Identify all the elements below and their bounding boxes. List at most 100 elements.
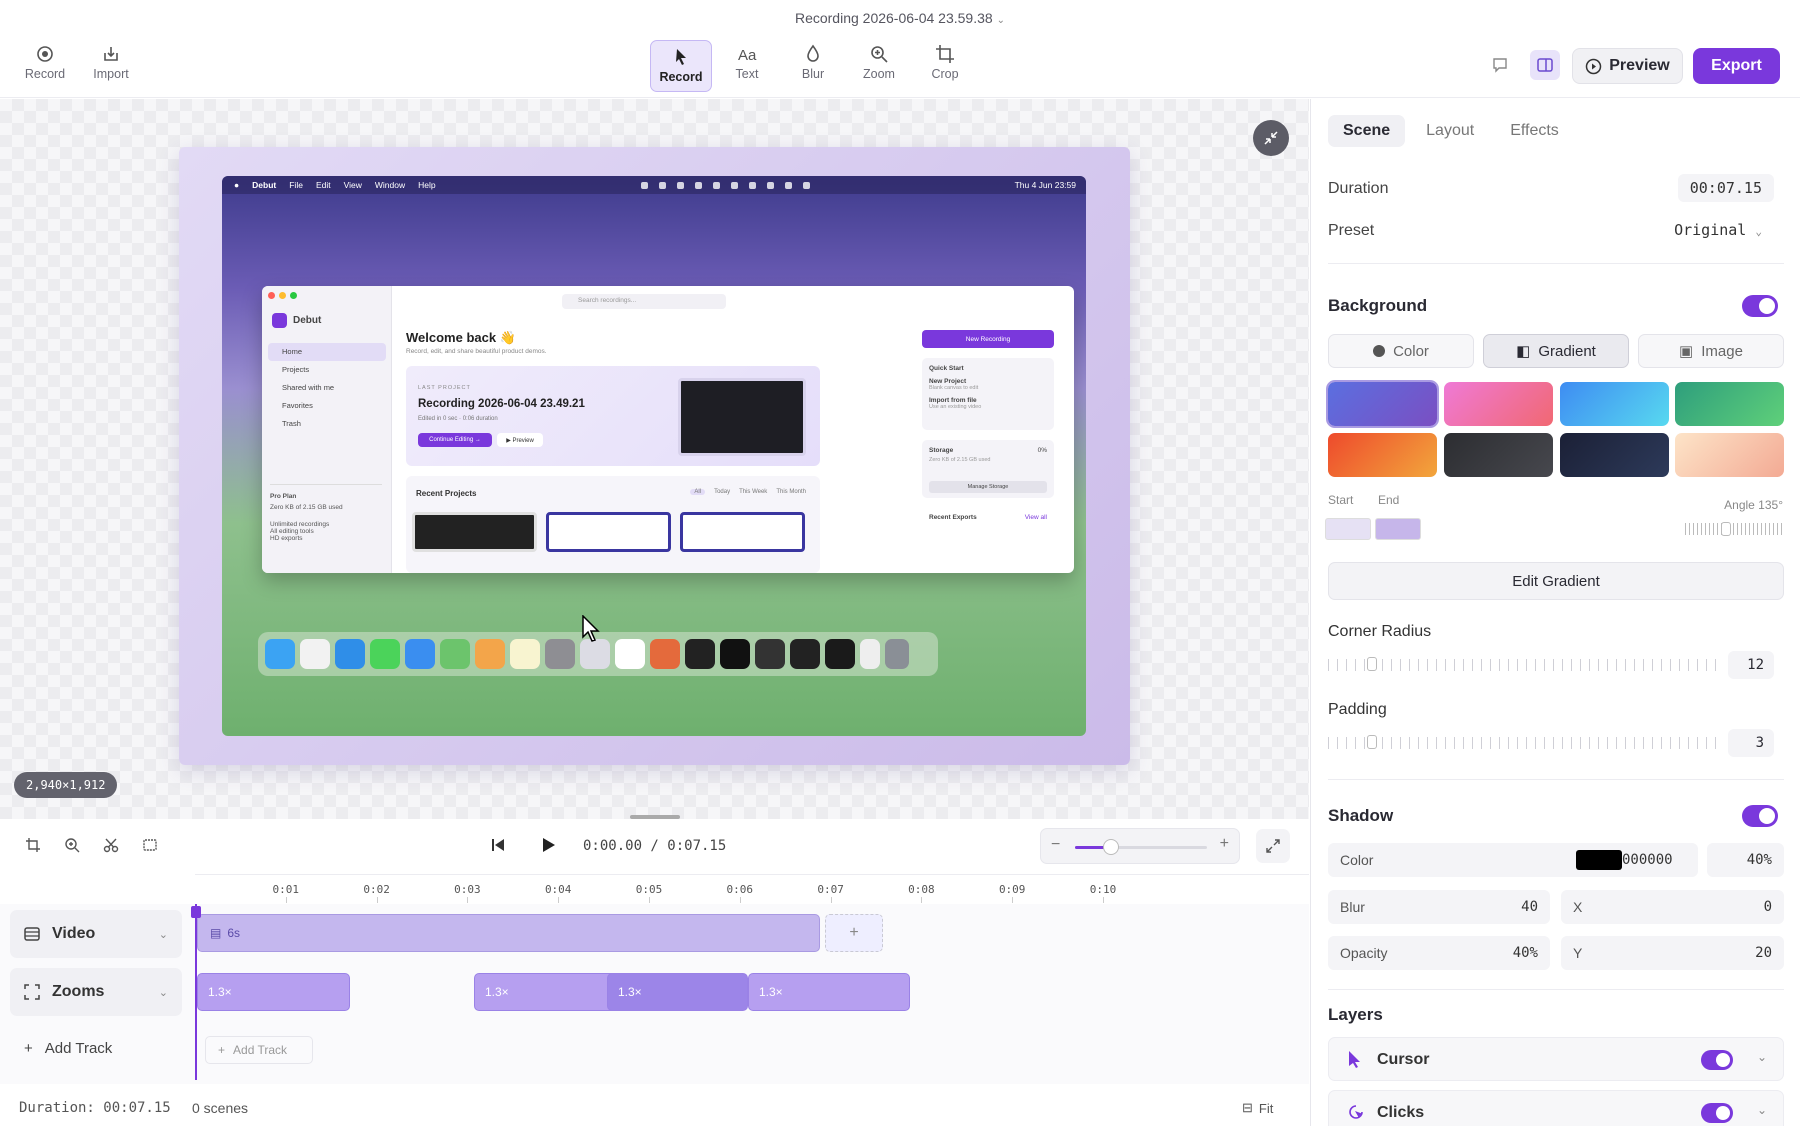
timeline-zoom-control[interactable]: − + (1040, 828, 1240, 864)
quick-start: Quick Start New Project Blank canvas to … (922, 358, 1054, 430)
angle-slider[interactable] (1685, 523, 1784, 535)
export-button[interactable]: Export (1693, 48, 1780, 84)
record-button[interactable]: Record (14, 44, 76, 90)
tool-record-select[interactable]: Record (650, 40, 712, 92)
window-title[interactable]: Recording 2026-06-04 23.59.38 ⌄ (0, 10, 1800, 26)
bg-mode-color[interactable]: Color (1328, 334, 1474, 368)
layer-clicks-toggle[interactable] (1701, 1103, 1733, 1123)
shadow-color-opacity-field[interactable]: 40% (1707, 843, 1784, 877)
comment-toggle-button[interactable] (1485, 50, 1515, 80)
shadow-opacity-field[interactable]: Opacity 40% (1328, 936, 1550, 970)
zoom-in-icon[interactable]: + (1220, 835, 1229, 853)
gradient-swatch[interactable] (1328, 433, 1437, 477)
gradient-swatch[interactable] (1675, 382, 1784, 426)
last-project-card: LAST PROJECT Recording 2026-06-04 23.49.… (406, 366, 820, 466)
tool-zoom-label: Zoom (863, 67, 895, 81)
gradient-swatch[interactable] (1560, 433, 1669, 477)
shadow-x-field[interactable]: X0 (1561, 890, 1784, 924)
tool-blur[interactable]: Blur (782, 44, 844, 90)
gradient-swatch[interactable] (1675, 433, 1784, 477)
gradient-swatch[interactable] (1444, 433, 1553, 477)
fit-button[interactable]: ⊟ Fit (1242, 1100, 1273, 1116)
status-scenes: 0 scenes (192, 1100, 249, 1116)
gradient-end-color[interactable] (1375, 518, 1421, 540)
shadow-color-field[interactable]: Color 000000 (1328, 843, 1698, 877)
add-clip-button[interactable]: + (825, 914, 883, 952)
qs-new-project: New Project (929, 378, 967, 385)
zoom-clip[interactable]: 1.3× (607, 973, 748, 1011)
track-label-zooms[interactable]: Zooms ⌄ (10, 968, 182, 1016)
video-clip[interactable]: ▤ 6s (197, 914, 820, 952)
tool-text[interactable]: Aa Text (716, 44, 778, 90)
tool-crop-label: Crop (931, 67, 959, 81)
shadow-color-opacity: 40% (1746, 852, 1772, 868)
corner-radius-value[interactable]: 12 (1728, 651, 1774, 679)
filter-chip: Today (714, 489, 731, 495)
resize-handle[interactable] (630, 815, 680, 819)
zoom-slider-knob[interactable] (1102, 839, 1119, 855)
plan-feature: Unlimited recordings (270, 521, 330, 528)
preview-canvas[interactable]: ● Debut File Edit View Window Help Thu 4… (0, 99, 1309, 819)
shadow-toggle[interactable] (1742, 805, 1778, 827)
padding-knob[interactable] (1367, 735, 1377, 749)
track-name-video: Video (52, 925, 96, 942)
gradient-swatch[interactable] (1444, 382, 1553, 426)
shadow-color-hex[interactable]: 000000 (1622, 852, 1673, 868)
gradient-swatch[interactable] (1560, 382, 1669, 426)
background-toggle[interactable] (1742, 295, 1778, 317)
playhead[interactable] (191, 904, 201, 1080)
corner-radius-slider[interactable] (1328, 659, 1718, 671)
opacity-label: Opacity (1340, 945, 1388, 961)
track-label-video[interactable]: Video ⌄ (10, 910, 182, 958)
panel-toggle-button[interactable] (1530, 50, 1560, 80)
expand-timeline-button[interactable] (1256, 829, 1290, 863)
bg-mode-gradient[interactable]: ◧ Gradient (1483, 334, 1629, 368)
add-track-placeholder[interactable]: + Add Track (205, 1036, 313, 1064)
shadow-color-swatch[interactable] (1576, 850, 1622, 870)
preset-label: Preset (1328, 222, 1375, 239)
edit-gradient-button[interactable]: Edit Gradient (1328, 562, 1784, 600)
zoom-clip[interactable]: 1.3× (748, 973, 910, 1011)
preview-button[interactable]: Preview (1572, 48, 1683, 84)
timeline-ruler[interactable]: 0:01 0:02 0:03 0:04 0:05 0:06 0:07 0:08 0:09 0:10 (195, 874, 1309, 904)
preset-select[interactable]: Original ⌄ (1662, 216, 1774, 244)
import-button[interactable]: Import (80, 44, 142, 90)
image-icon: ▣ (1679, 343, 1694, 360)
shadow-blur-field[interactable]: Blur 40 (1328, 890, 1550, 924)
zoom-clip[interactable]: 1.3× (197, 973, 350, 1011)
add-track-button[interactable]: + Add Track (24, 1040, 112, 1057)
angle-slider-knob[interactable] (1721, 522, 1731, 536)
selection-icon (143, 839, 157, 851)
tab-layout[interactable]: Layout (1411, 115, 1489, 147)
skip-back-button[interactable] (487, 834, 509, 856)
layer-clicks-name: Clicks (1377, 1104, 1425, 1121)
scene-frame[interactable]: ● Debut File Edit View Window Help Thu 4… (179, 147, 1130, 765)
layer-cursor[interactable]: Cursor ⌄ (1328, 1037, 1784, 1081)
zoom-out-icon[interactable]: − (1051, 836, 1060, 854)
layer-clicks[interactable]: Clicks ⌄ (1328, 1090, 1784, 1126)
chevron-down-icon[interactable]: ⌄ (1757, 1050, 1767, 1064)
tab-scene[interactable]: Scene (1328, 115, 1406, 147)
gradient-swatch[interactable] (1326, 380, 1439, 428)
padding-slider[interactable] (1328, 737, 1718, 749)
select-tool-button[interactable] (139, 834, 161, 856)
duration-value[interactable]: 00:07.15 (1677, 174, 1774, 202)
gradient-start-color[interactable] (1325, 518, 1371, 540)
split-tool-button[interactable] (100, 834, 122, 856)
play-button[interactable] (537, 834, 559, 856)
ruler-tick (1012, 897, 1014, 903)
shadow-y-field[interactable]: Y 20 (1561, 936, 1784, 970)
padding-value[interactable]: 3 (1728, 729, 1774, 757)
crop-tool-button[interactable] (22, 834, 44, 856)
ruler-tick-label: 0:01 (272, 883, 300, 896)
app-brand: Debut (272, 313, 321, 328)
collapse-canvas-button[interactable] (1253, 120, 1289, 156)
corner-radius-knob[interactable] (1367, 657, 1377, 671)
bg-mode-image[interactable]: ▣ Image (1638, 334, 1784, 368)
zoom-tool-button[interactable] (61, 834, 83, 856)
tool-crop[interactable]: Crop (914, 44, 976, 90)
chevron-down-icon[interactable]: ⌄ (1757, 1103, 1767, 1117)
tool-zoom[interactable]: Zoom (848, 44, 910, 90)
tab-effects[interactable]: Effects (1495, 115, 1574, 147)
layer-cursor-toggle[interactable] (1701, 1050, 1733, 1070)
